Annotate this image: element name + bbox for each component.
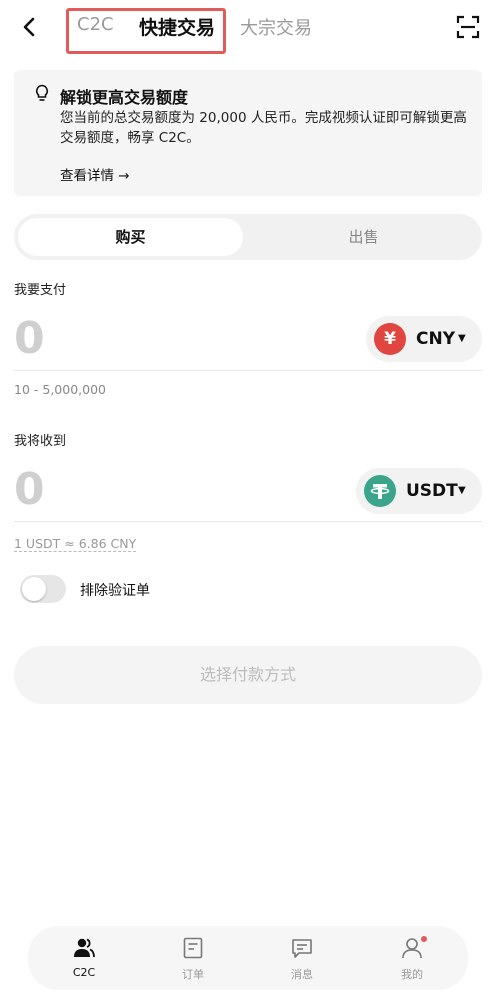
receive-label: 我将收到 bbox=[14, 434, 67, 449]
caret-down-icon: ▼ bbox=[458, 485, 466, 496]
chevron-left-icon bbox=[23, 17, 35, 37]
scan-icon bbox=[456, 15, 480, 39]
pay-range: 10 - 5,000,000 bbox=[14, 382, 106, 397]
message-icon bbox=[292, 939, 312, 958]
nav-label-orders: 订单 bbox=[182, 968, 204, 981]
nav-item-me[interactable]: 我的 bbox=[372, 926, 452, 990]
pay-amount-input[interactable]: 0 bbox=[14, 317, 45, 361]
nav-label-c2c: C2C bbox=[72, 966, 96, 979]
nav-item-messages[interactable]: 消息 bbox=[262, 926, 342, 990]
receive-currency-label: USDT bbox=[406, 481, 458, 501]
receive-currency-select[interactable]: USDT ▼ bbox=[356, 468, 482, 514]
receive-amount-input[interactable]: 0 bbox=[14, 468, 45, 512]
pay-currency-select[interactable]: ¥ CNY ▼ bbox=[366, 316, 482, 362]
limit-banner: 解锁更高交易额度 您当前的总交易额度为 20,000 人民币。完成视频认证即可解… bbox=[14, 70, 482, 196]
top-bar: C2C 快捷交易 大宗交易 bbox=[0, 0, 500, 56]
nav-label-messages: 消息 bbox=[291, 968, 313, 981]
view-details-link[interactable]: 查看详情 → bbox=[60, 164, 130, 184]
tether-icon bbox=[364, 475, 396, 507]
nav-item-c2c[interactable]: C2C bbox=[44, 926, 124, 990]
nav-label-me: 我的 bbox=[401, 968, 423, 981]
select-payment-button[interactable]: 选择付款方式 bbox=[14, 646, 482, 704]
highlight-box bbox=[66, 8, 226, 54]
exchange-rate[interactable]: 1 USDT ≈ 6.86 CNY bbox=[14, 536, 137, 552]
lightbulb-icon bbox=[34, 84, 50, 102]
pay-label: 我要支付 bbox=[14, 283, 67, 298]
bottom-nav: C2C 订单 消息 我的 bbox=[28, 926, 468, 990]
toggle-knob bbox=[22, 577, 46, 601]
tab-buy[interactable]: 购买 bbox=[18, 218, 243, 256]
exclude-verified-label: 排除验证单 bbox=[80, 583, 150, 599]
scan-button[interactable] bbox=[456, 15, 480, 39]
caret-down-icon: ▼ bbox=[458, 333, 466, 344]
nav-item-orders[interactable]: 订单 bbox=[153, 926, 233, 990]
divider bbox=[14, 370, 482, 371]
banner-text: 您当前的总交易额度为 20,000 人民币。完成视频认证即可解锁更高交易额度，畅… bbox=[60, 110, 467, 146]
banner-title: 解锁更高交易额度 bbox=[60, 88, 189, 107]
pay-currency-label: CNY bbox=[416, 329, 456, 349]
back-button[interactable] bbox=[18, 12, 42, 42]
buy-sell-switch: 购买 出售 bbox=[14, 214, 482, 260]
document-icon bbox=[183, 937, 203, 959]
exclude-verified-toggle[interactable] bbox=[20, 575, 66, 603]
tab-sell[interactable]: 出售 bbox=[249, 218, 478, 256]
tab-block-trade[interactable]: 大宗交易 bbox=[240, 14, 312, 40]
divider bbox=[14, 521, 482, 522]
notification-dot bbox=[421, 936, 427, 942]
users-icon bbox=[74, 938, 95, 958]
yuan-icon: ¥ bbox=[374, 323, 406, 355]
